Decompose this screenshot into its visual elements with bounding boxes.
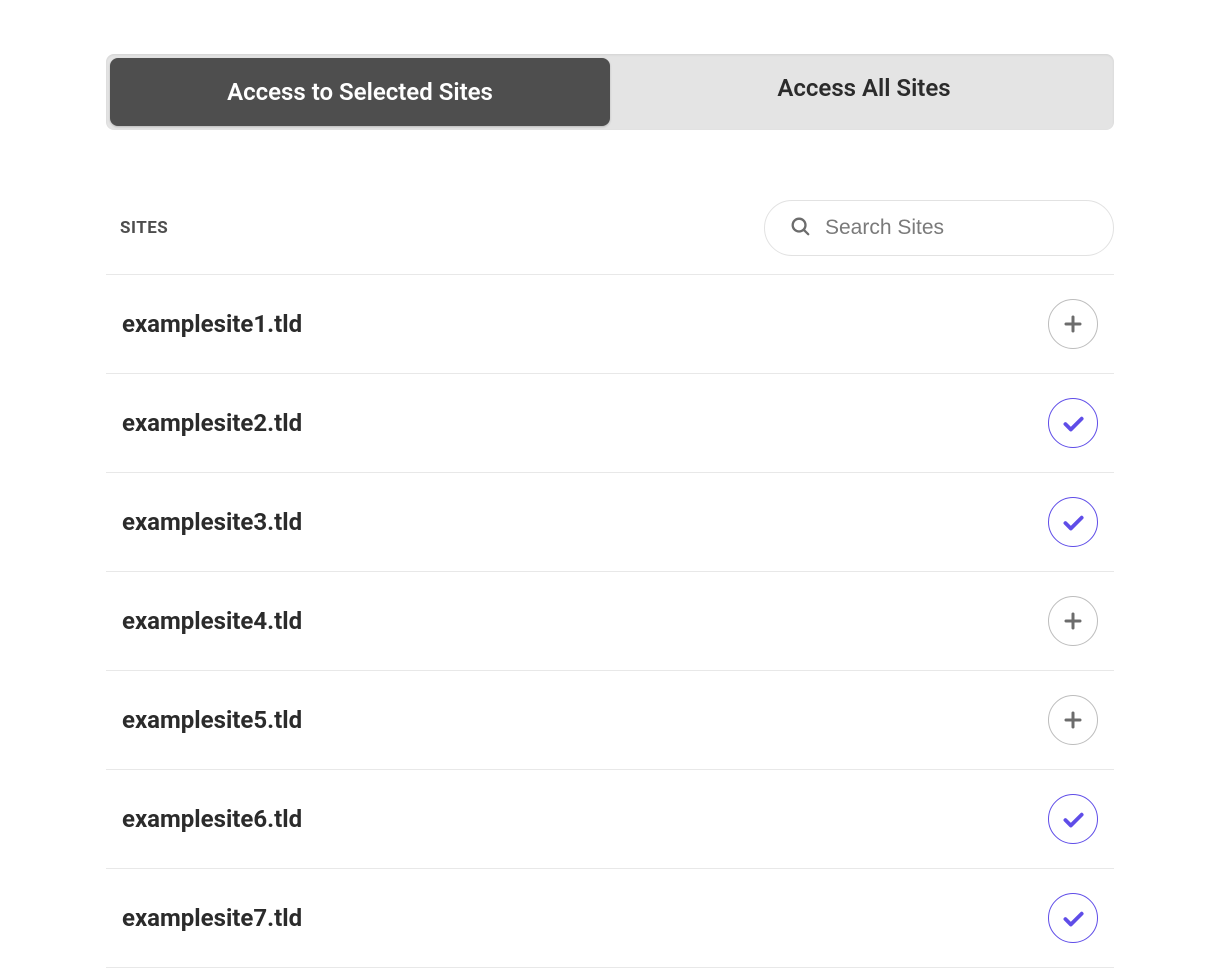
site-row: examplesite1.tld: [106, 275, 1114, 374]
site-row: examplesite5.tld: [106, 671, 1114, 770]
plus-icon: [1061, 708, 1085, 732]
site-name: examplesite3.tld: [122, 508, 302, 536]
search-input[interactable]: [825, 216, 1089, 240]
deselect-site-button[interactable]: [1048, 497, 1098, 547]
site-name: examplesite5.tld: [122, 706, 302, 734]
check-icon: [1060, 410, 1086, 436]
search-icon: [789, 215, 811, 241]
site-row: examplesite6.tld: [106, 770, 1114, 869]
deselect-site-button[interactable]: [1048, 398, 1098, 448]
site-row: examplesite4.tld: [106, 572, 1114, 671]
site-name: examplesite7.tld: [122, 904, 302, 932]
add-site-button[interactable]: [1048, 299, 1098, 349]
check-icon: [1060, 905, 1086, 931]
site-name: examplesite2.tld: [122, 409, 302, 437]
site-row: examplesite3.tld: [106, 473, 1114, 572]
check-icon: [1060, 509, 1086, 535]
site-row: examplesite2.tld: [106, 374, 1114, 473]
deselect-site-button[interactable]: [1048, 893, 1098, 943]
deselect-site-button[interactable]: [1048, 794, 1098, 844]
search-container: [764, 200, 1114, 256]
tab-access-all[interactable]: Access All Sites: [614, 54, 1114, 130]
sites-header-title: SITES: [106, 218, 168, 238]
site-name: examplesite6.tld: [122, 805, 302, 833]
sites-header: SITES: [106, 200, 1114, 275]
site-name: examplesite4.tld: [122, 607, 302, 635]
sites-list: examplesite1.tld examplesite2.tld examples…: [106, 275, 1114, 968]
check-icon: [1060, 806, 1086, 832]
site-row: examplesite7.tld: [106, 869, 1114, 968]
plus-icon: [1061, 609, 1085, 633]
plus-icon: [1061, 312, 1085, 336]
tab-access-selected[interactable]: Access to Selected Sites: [110, 58, 610, 126]
add-site-button[interactable]: [1048, 596, 1098, 646]
add-site-button[interactable]: [1048, 695, 1098, 745]
access-mode-tabs: Access to Selected Sites Access All Site…: [106, 54, 1114, 130]
site-name: examplesite1.tld: [122, 310, 302, 338]
